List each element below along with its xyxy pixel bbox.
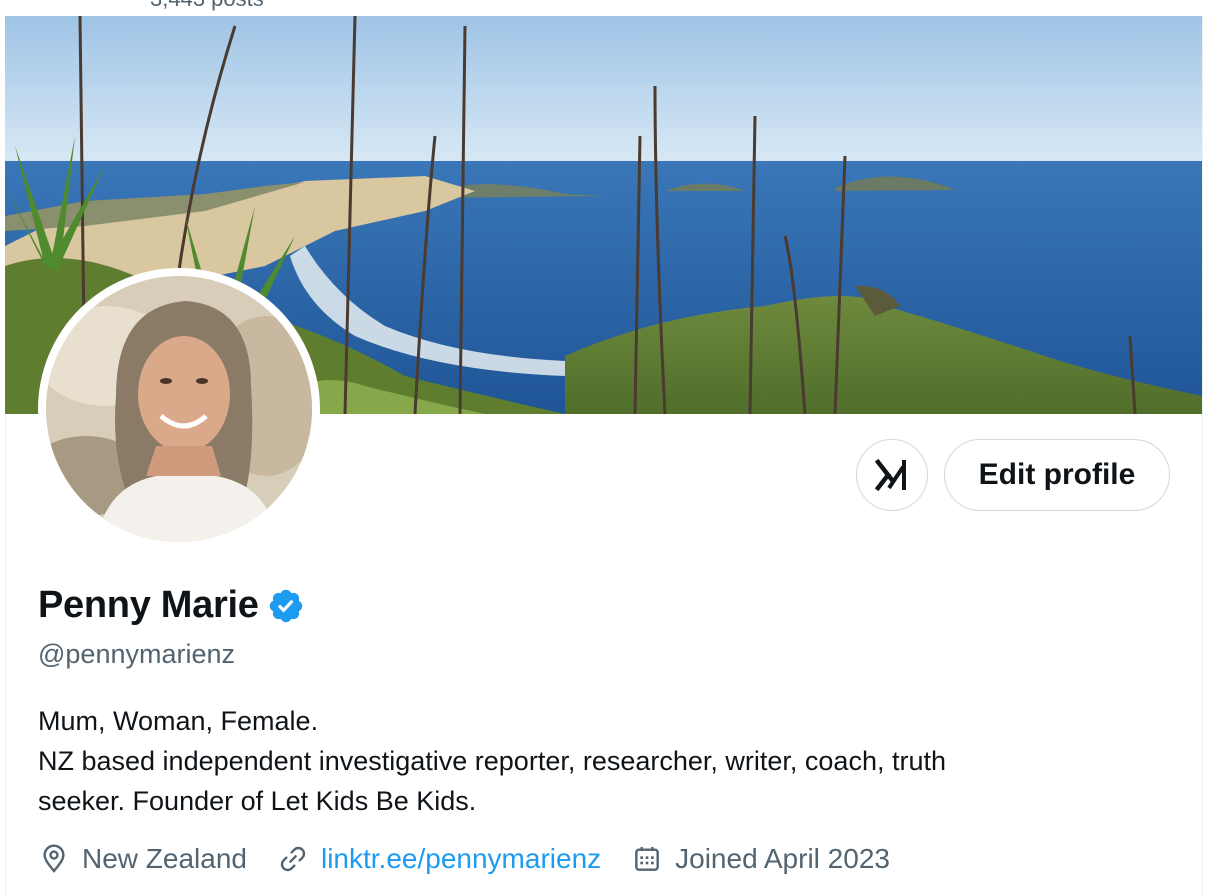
avatar-photo: [46, 276, 312, 542]
bio-line: seeker. Founder of Let Kids Be Kids.: [38, 786, 477, 816]
website-item[interactable]: linktr.ee/pennymarienz: [277, 843, 601, 875]
bio-line: Mum, Woman, Female.: [38, 706, 319, 736]
display-name: Penny Marie: [38, 584, 259, 626]
location-text: New Zealand: [82, 843, 247, 874]
calendar-icon: [635, 847, 660, 871]
grok-icon: [875, 458, 906, 492]
joined-date: Joined April 2023: [675, 843, 890, 874]
name-row: Penny Marie: [38, 584, 305, 627]
verified-badge-icon[interactable]: [267, 587, 305, 625]
location-item: New Zealand: [38, 843, 247, 875]
location-pin-icon: [43, 844, 65, 873]
username-handle: @pennymarienz: [38, 639, 236, 669]
posts-count: 3,443 posts: [150, 0, 264, 12]
profile-meta: New Zealand linktr.ee/pennymarienz Joine…: [38, 843, 920, 875]
link-icon: [280, 846, 306, 872]
bio-line: NZ based independent investigative repor…: [38, 746, 946, 776]
grok-button[interactable]: [856, 439, 928, 511]
profile-avatar[interactable]: [38, 268, 320, 550]
top-bar: 3,443 posts: [0, 0, 1208, 16]
joined-item: Joined April 2023: [631, 843, 890, 875]
edit-profile-button[interactable]: Edit profile: [944, 439, 1170, 511]
profile-bio: Mum, Woman, Female. NZ based independent…: [38, 701, 1138, 821]
website-link[interactable]: linktr.ee/pennymarienz: [321, 843, 601, 875]
